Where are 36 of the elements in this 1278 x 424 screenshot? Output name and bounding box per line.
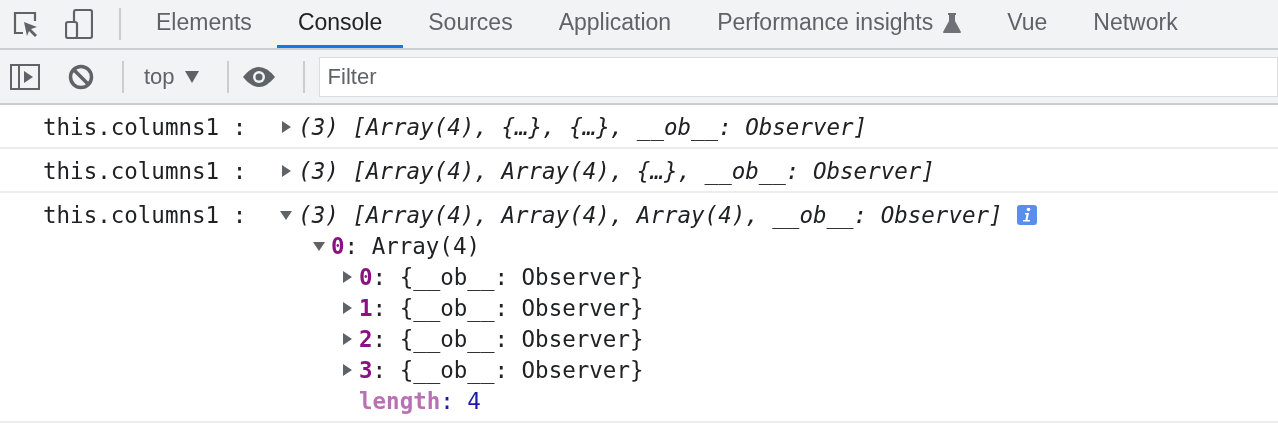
dropdown-caret-icon [184, 70, 199, 83]
property-entry: 0: {__ob__: Observer} [359, 263, 644, 290]
array-preview: (3) [Array(4), Array(4), {…}, __ob__: Observer] [298, 158, 935, 184]
log-label: this.columns1 : [43, 114, 247, 140]
panel-tab[interactable]: Vue [986, 0, 1069, 48]
collapse-triangle-icon[interactable] [280, 209, 293, 221]
expand-triangle-icon[interactable] [280, 165, 293, 177]
eye-icon[interactable] [242, 66, 275, 87]
clear-console-icon[interactable] [68, 63, 94, 90]
device-toolbar-icon[interactable] [65, 9, 93, 39]
expand-triangle-icon[interactable] [341, 363, 353, 376]
property-entry: 3: {__ob__: Observer} [359, 356, 644, 383]
collapse-triangle-icon[interactable] [313, 239, 325, 252]
property-entry: 2: {__ob__: Observer} [359, 325, 644, 352]
expand-triangle-icon[interactable] [341, 301, 353, 314]
panel-tab[interactable]: Sources [407, 0, 534, 48]
panel-tab[interactable]: Application [537, 0, 693, 48]
property-entry: 1: {__ob__: Observer} [359, 294, 644, 321]
property-entry: length: 4 [359, 387, 481, 414]
panel-tab[interactable]: Network [1072, 0, 1199, 48]
expand-triangle-icon[interactable] [341, 270, 353, 283]
expand-triangle-icon[interactable] [341, 332, 353, 345]
panel-tab[interactable]: Performance insights [696, 0, 983, 48]
inspect-cursor-icon[interactable] [13, 11, 39, 37]
filter-field[interactable]: Filter [318, 56, 1278, 97]
property-entry: 0: Array(4) [331, 232, 480, 259]
context-select[interactable]: top [138, 59, 205, 94]
flask-icon [943, 12, 962, 33]
log-label: this.columns1 : [43, 158, 247, 184]
info-icon[interactable] [1016, 205, 1037, 225]
array-preview: (3) [Array(4), {…}, {…}, __ob__: Observer] [298, 114, 868, 140]
log-label: this.columns1 : [43, 202, 247, 228]
panel-tab[interactable]: Elements [135, 0, 273, 48]
expand-triangle-icon[interactable] [280, 121, 293, 133]
sidebar-toggle-icon[interactable] [10, 63, 40, 90]
array-preview: (3) [Array(4), Array(4), Array(4), __ob__: Observer] [298, 202, 1003, 228]
